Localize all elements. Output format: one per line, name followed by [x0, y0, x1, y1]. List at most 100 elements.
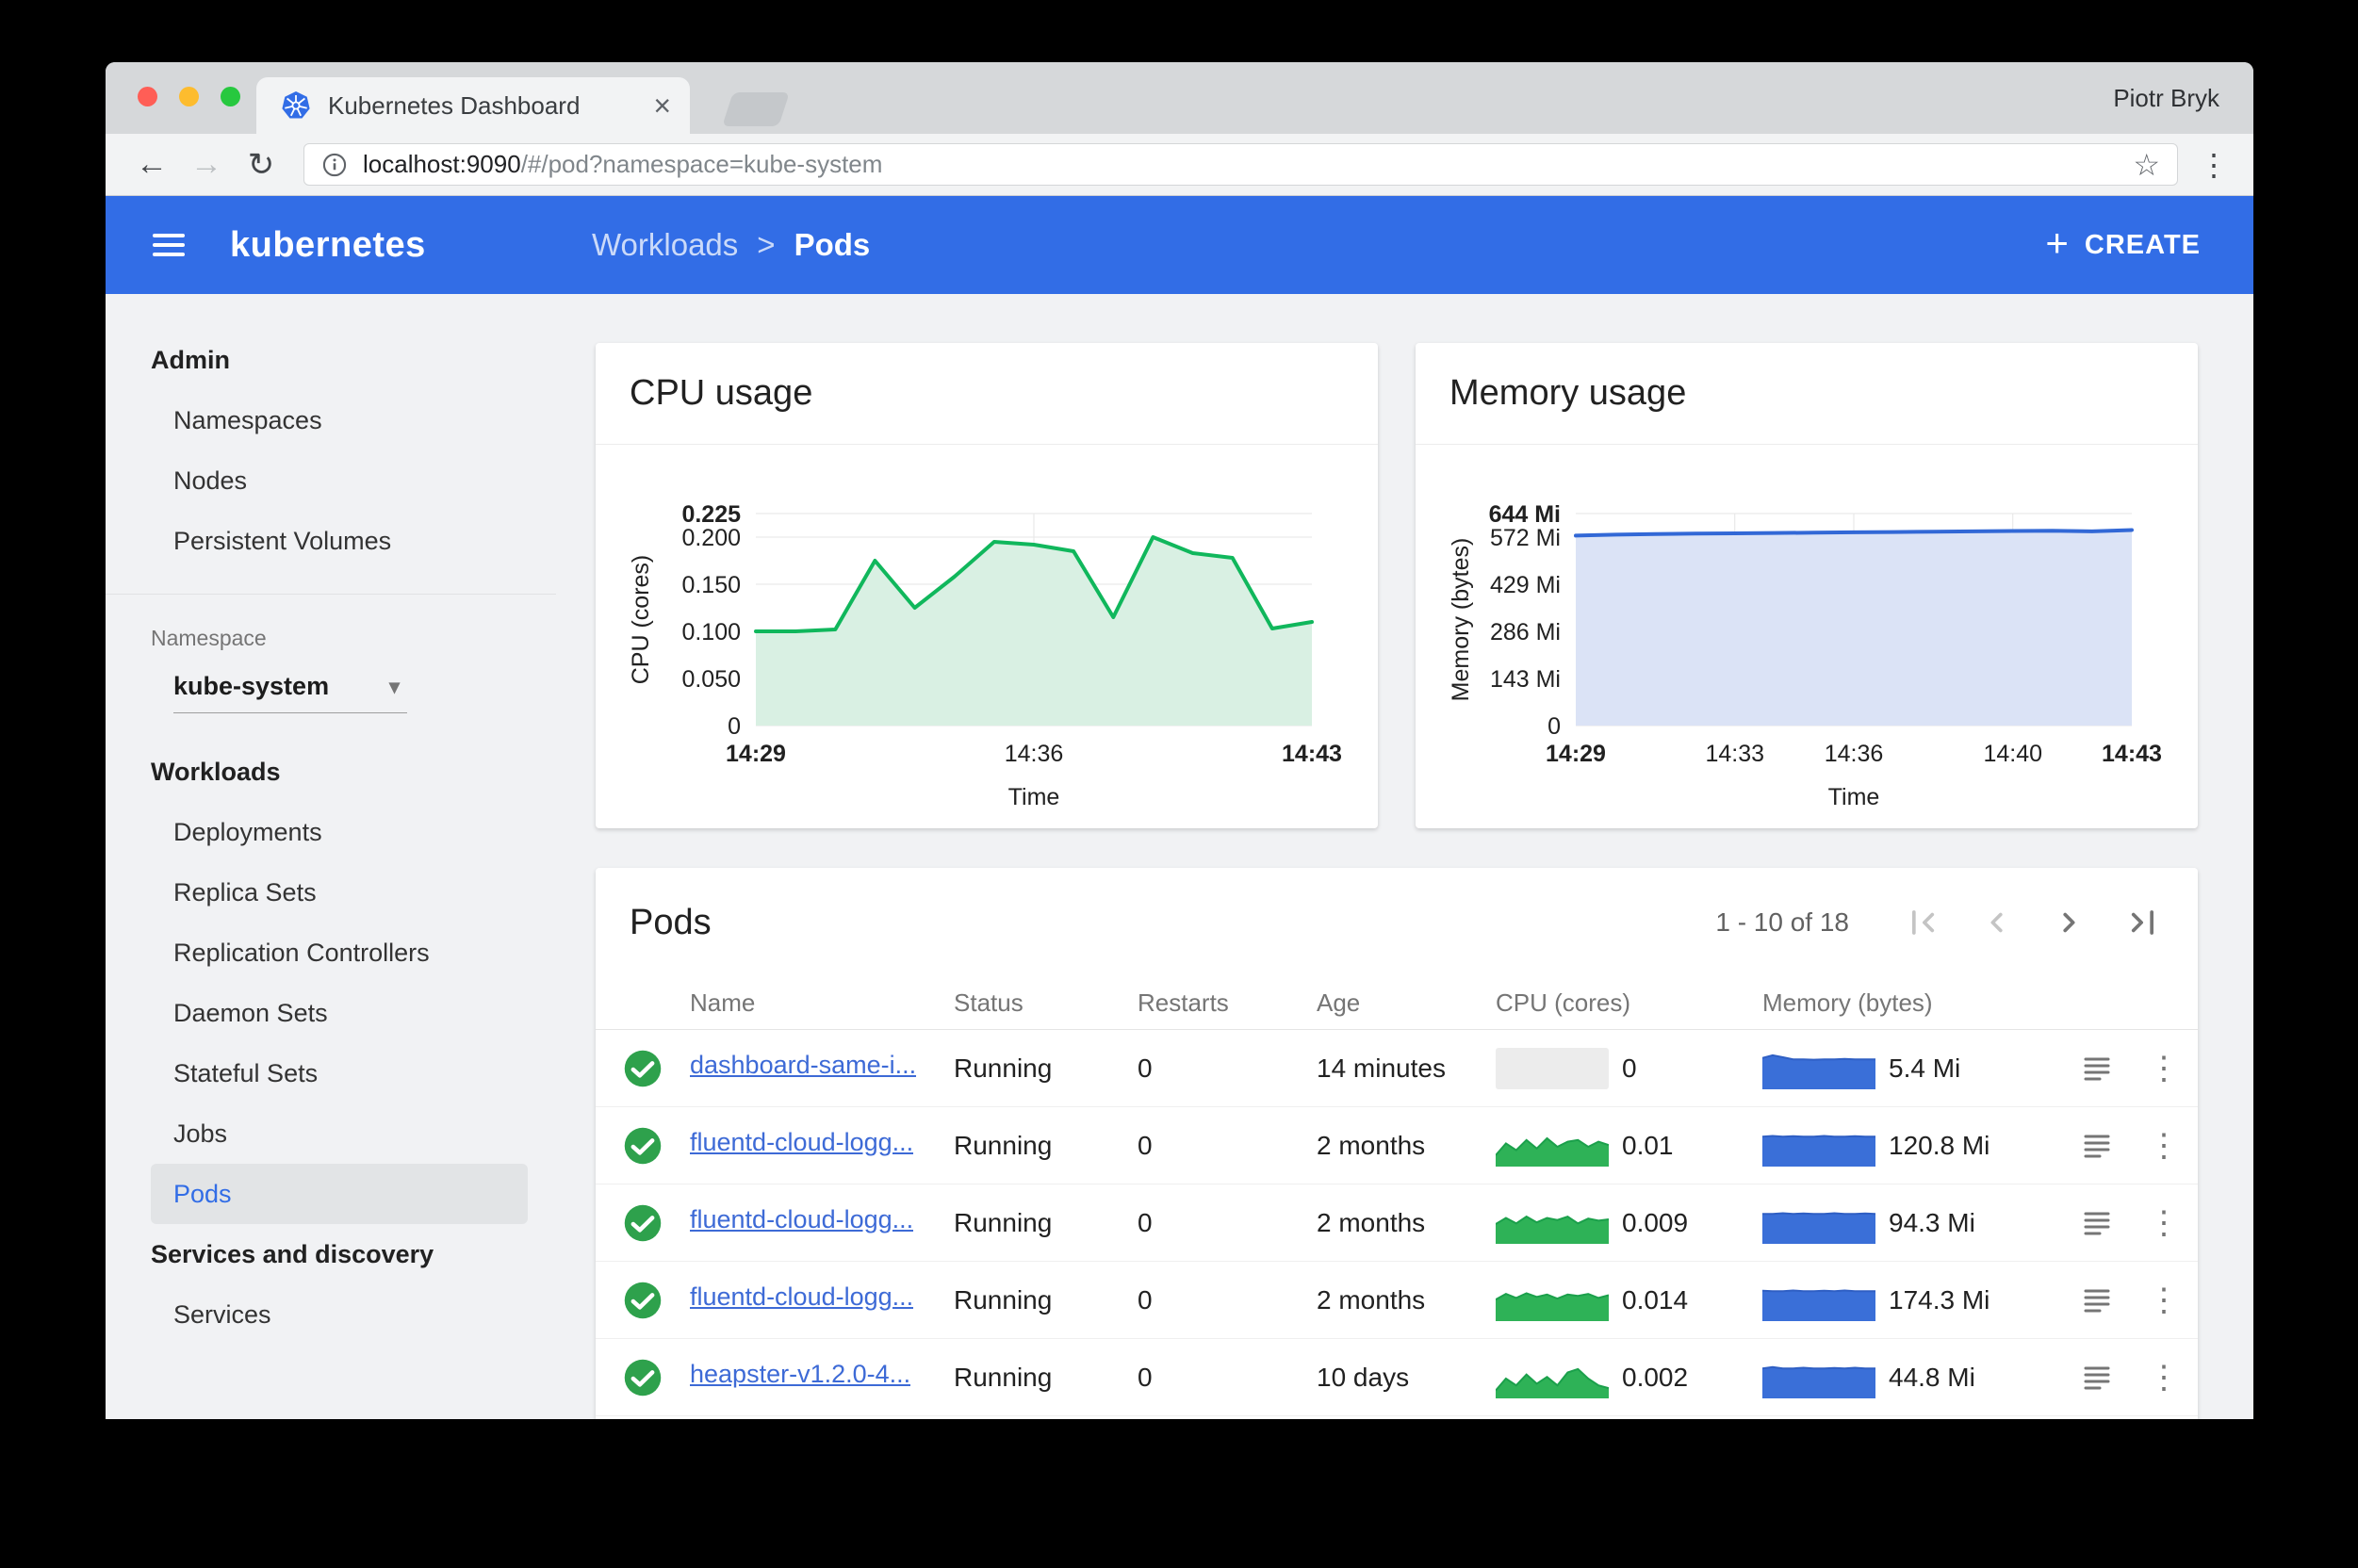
logs-icon[interactable]: [2081, 1364, 2113, 1392]
bookmark-star-icon[interactable]: ☆: [2133, 147, 2160, 183]
tab-title: Kubernetes Dashboard: [328, 90, 581, 120]
page-info-icon[interactable]: [321, 152, 348, 178]
pod-name-link[interactable]: fluentd-cloud-logg...: [690, 1205, 913, 1234]
close-window-button[interactable]: [138, 87, 157, 106]
svg-text:Time: Time: [1008, 784, 1060, 810]
pod-status: Running: [954, 1284, 1053, 1315]
column-header-age: Age: [1317, 988, 1361, 1017]
menu-icon[interactable]: [153, 228, 185, 262]
pod-name-link[interactable]: heapster-v1.2.0-4...: [690, 1360, 910, 1389]
sidebar-item-pods[interactable]: Pods: [151, 1164, 528, 1224]
status-ok-icon: [624, 1204, 662, 1241]
zoom-window-button[interactable]: [221, 87, 240, 106]
kebab-menu-icon[interactable]: ⋮: [2148, 1362, 2180, 1394]
sidebar-item-replication-controllers[interactable]: Replication Controllers: [106, 923, 556, 983]
sidebar: Admin Namespaces Nodes Persistent Volume…: [106, 294, 556, 1419]
sidebar-item-stateful-sets[interactable]: Stateful Sets: [106, 1043, 556, 1103]
sidebar-item-nodes[interactable]: Nodes: [106, 450, 556, 511]
first-page-icon[interactable]: [1902, 902, 1943, 943]
sidebar-item-daemon-sets[interactable]: Daemon Sets: [106, 983, 556, 1043]
tab-close-icon[interactable]: ×: [653, 90, 671, 121]
pod-cpu-value: 0: [1622, 1053, 1637, 1083]
svg-text:Memory (bytes): Memory (bytes): [1448, 538, 1474, 702]
memory-sparkline: [1762, 1288, 1875, 1321]
svg-text:0.225: 0.225: [681, 501, 741, 528]
svg-text:143 Mi: 143 Mi: [1490, 666, 1561, 693]
sidebar-divider: [106, 594, 556, 595]
kebab-menu-icon[interactable]: ⋮: [2148, 1284, 2180, 1316]
previous-page-icon[interactable]: [1975, 902, 2017, 943]
kebab-menu-icon[interactable]: ⋮: [2148, 1207, 2180, 1239]
pod-age: 2 months: [1317, 1130, 1426, 1160]
sidebar-item-replica-sets[interactable]: Replica Sets: [106, 862, 556, 923]
pod-age: 2 months: [1317, 1207, 1426, 1237]
svg-text:CPU (cores): CPU (cores): [628, 555, 654, 685]
memory-sparkline: [1762, 1211, 1875, 1244]
column-header-memory: Memory (bytes): [1762, 988, 1933, 1017]
last-page-icon[interactable]: [2122, 902, 2164, 943]
pod-age: 10 days: [1317, 1362, 1410, 1392]
sidebar-item-services[interactable]: Services: [106, 1284, 556, 1345]
svg-text:0: 0: [1547, 713, 1561, 740]
pod-cpu-value: 0.002: [1622, 1362, 1689, 1392]
cpu-sparkline: [1496, 1136, 1609, 1167]
sidebar-section-admin: Admin: [151, 346, 230, 374]
sidebar-item-jobs[interactable]: Jobs: [106, 1103, 556, 1164]
pod-age: 14 minutes: [1317, 1053, 1446, 1083]
status-ok-icon: [624, 1282, 662, 1318]
pod-restarts: 0: [1138, 1207, 1153, 1237]
browser-overflow-menu-icon[interactable]: ⋮: [2193, 147, 2235, 183]
logs-icon[interactable]: [2081, 1286, 2113, 1315]
browser-profile-name[interactable]: Piotr Bryk: [2113, 62, 2219, 134]
svg-text:14:36: 14:36: [1825, 741, 1884, 767]
memory-sparkline: [1762, 1134, 1875, 1167]
pod-status: Running: [954, 1053, 1053, 1083]
namespace-select[interactable]: kube-system ▾: [173, 661, 407, 713]
sidebar-section-workloads: Workloads: [151, 758, 281, 786]
chevron-down-icon: ▾: [388, 674, 400, 698]
new-tab-button[interactable]: [722, 92, 790, 126]
next-page-icon[interactable]: [2049, 902, 2090, 943]
svg-text:14:36: 14:36: [1005, 741, 1064, 767]
reload-button[interactable]: ↻: [234, 146, 288, 184]
memory-sparkline: [1762, 1365, 1875, 1398]
breadcrumb: Workloads > Pods: [592, 227, 870, 263]
logs-icon[interactable]: [2081, 1132, 2113, 1160]
minimize-window-button[interactable]: [179, 87, 199, 106]
browser-window: Kubernetes Dashboard × Piotr Bryk ← → ↻ …: [106, 62, 2253, 1419]
table-header-row: Name Status Restarts Age CPU (cores) Mem…: [596, 977, 2198, 1030]
column-header-status: Status: [954, 988, 1023, 1017]
svg-text:572 Mi: 572 Mi: [1490, 525, 1561, 551]
forward-button[interactable]: →: [179, 146, 234, 183]
create-button[interactable]: + CREATE: [2045, 223, 2201, 263]
memory-usage-card: Memory usage 644 Mi 572 Mi 429 Mi 286 Mi 143…: [1416, 343, 2198, 828]
svg-text:14:43: 14:43: [1282, 741, 1342, 767]
breadcrumb-parent-link[interactable]: Workloads: [592, 227, 738, 263]
sidebar-section-services-discovery: Services and discovery: [151, 1240, 434, 1268]
address-bar[interactable]: localhost:9090/#/pod?namespace=kube-syst…: [303, 143, 2178, 186]
pod-memory-value: 44.8 Mi: [1889, 1362, 1975, 1392]
cpu-usage-title: CPU usage: [596, 343, 1378, 445]
cpu-sparkline: [1496, 1291, 1609, 1321]
logs-icon[interactable]: [2081, 1054, 2113, 1083]
pod-memory-value: 5.4 Mi: [1889, 1053, 1961, 1083]
kebab-menu-icon[interactable]: ⋮: [2148, 1053, 2180, 1085]
kebab-menu-icon[interactable]: ⋮: [2148, 1130, 2180, 1162]
pod-restarts: 0: [1138, 1053, 1153, 1083]
back-button[interactable]: ←: [124, 146, 179, 183]
sidebar-item-persistent-volumes[interactable]: Persistent Volumes: [106, 511, 556, 571]
browser-tab[interactable]: Kubernetes Dashboard ×: [256, 77, 690, 134]
sidebar-item-namespaces[interactable]: Namespaces: [106, 390, 556, 450]
table-row: dashboard-same-i... Running 0 14 minutes…: [596, 1030, 2198, 1107]
kubernetes-favicon-icon: [282, 91, 310, 119]
create-button-label: CREATE: [2084, 229, 2201, 260]
pod-name-link[interactable]: dashboard-same-i...: [690, 1051, 916, 1080]
sidebar-item-deployments[interactable]: Deployments: [106, 802, 556, 862]
pod-name-link[interactable]: fluentd-cloud-logg...: [690, 1282, 913, 1312]
column-header-name: Name: [690, 988, 756, 1017]
pod-name-link[interactable]: fluentd-cloud-logg...: [690, 1128, 913, 1157]
pod-restarts: 0: [1138, 1130, 1153, 1160]
logs-icon[interactable]: [2081, 1209, 2113, 1237]
cpu-sparkline: [1496, 1367, 1609, 1398]
kubernetes-logo: kubernetes: [230, 224, 426, 265]
